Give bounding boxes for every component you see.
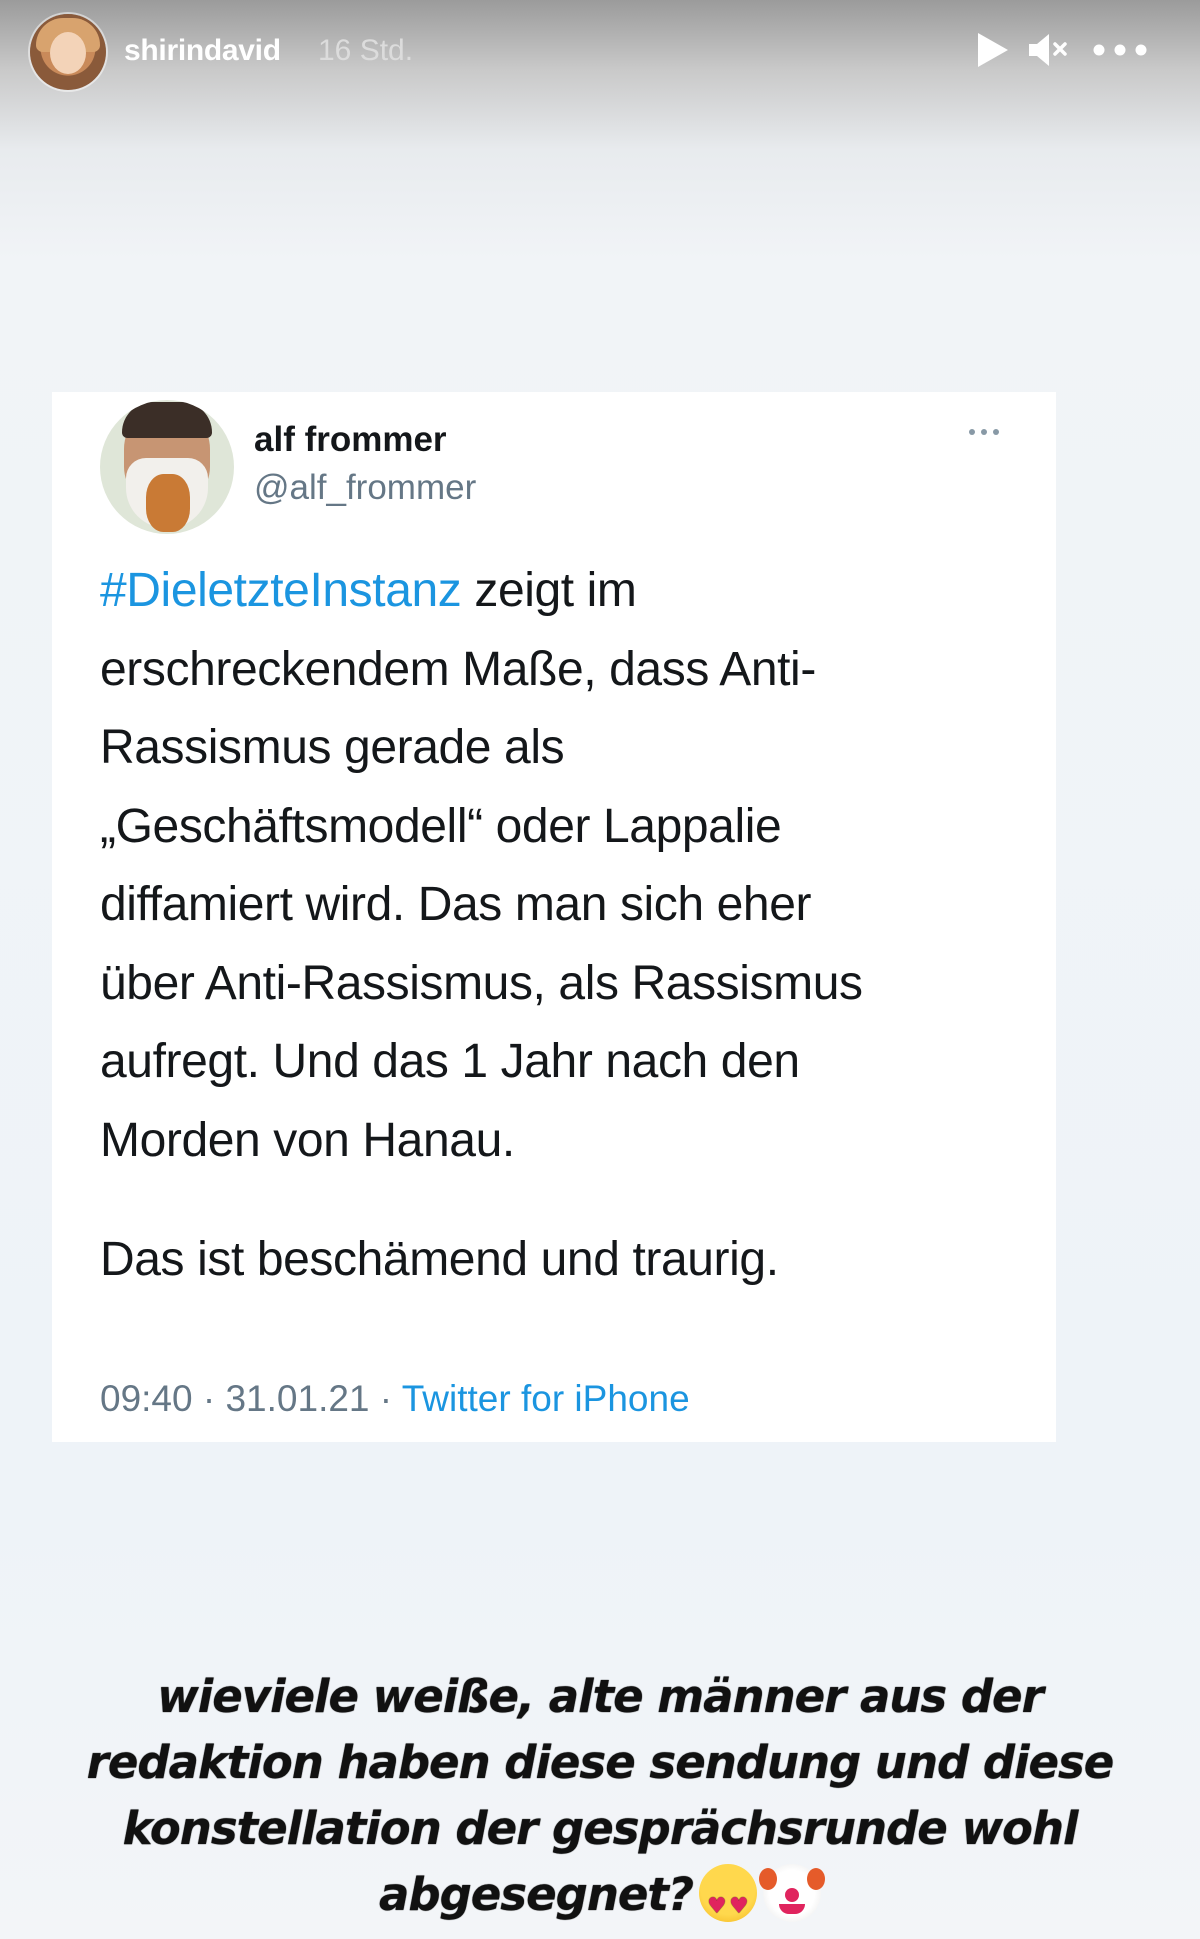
meta-separator: · <box>192 1378 226 1419</box>
profile-avatar[interactable] <box>30 14 106 90</box>
tweet-meta: 09:40 · 31.01.21 · Twitter for iPhone <box>100 1378 690 1420</box>
tweet-line: Morden von Hanau. <box>100 1113 515 1167</box>
clown-mouth <box>779 1904 805 1914</box>
avatar-face <box>50 32 86 74</box>
story-viewer: shirindavid 16 Std. alf frommer @alf_fro… <box>0 0 1200 1939</box>
muted-speaker-icon[interactable] <box>1026 30 1072 70</box>
caption-last-line: abgesegnet? <box>40 1862 1160 1939</box>
heart-eyes-emoji-icon <box>699 1864 757 1939</box>
clown-hair-right <box>807 1868 825 1890</box>
tweet-second-paragraph: Das ist beschämend und traurig. <box>100 1233 779 1286</box>
caption-line-text: abgesegnet? <box>379 1868 694 1921</box>
tweet-author-avatar <box>100 400 234 534</box>
tweet-line: über Anti-Rassismus, als Rassismus <box>100 956 863 1010</box>
tweet-line: „Geschäftsmodell“ oder Lappalie <box>100 799 782 853</box>
avatar-hair <box>122 402 212 438</box>
tweet-source: Twitter for iPhone <box>401 1378 690 1419</box>
tweet-time: 09:40 <box>100 1378 193 1419</box>
tweet-hashtag: #DieletzteInstanz <box>100 564 462 617</box>
play-icon[interactable] <box>972 30 1012 70</box>
caption-line: wieviele weiße, alte männer aus der <box>157 1670 1044 1723</box>
clown-emoji-icon <box>759 1864 825 1922</box>
caption-line: konstellation der gesprächsrunde wohl <box>122 1802 1079 1855</box>
tweet-line: diffamiert wird. Das man sich eher <box>100 878 812 931</box>
meta-separator: · <box>369 1378 402 1419</box>
tweet-line: Rassismus gerade als <box>100 721 565 774</box>
story-header: shirindavid 16 Std. <box>0 0 1200 110</box>
story-caption: wieviele weiße, alte männer aus der reda… <box>40 1664 1160 1939</box>
tweet-line-text: zeigt im <box>461 564 637 617</box>
clown-hair-left <box>759 1868 777 1890</box>
tweet-line: aufregt. Und das 1 Jahr nach den <box>100 1035 800 1088</box>
tweet-handle: @alf_frommer <box>254 468 477 507</box>
tweet-card: alf frommer @alf_frommer #DieletzteInsta… <box>52 392 1056 1442</box>
caption-line: redaktion haben diese sendung und diese <box>86 1736 1115 1789</box>
tweet-date: 31.01.21 <box>225 1378 370 1419</box>
story-username[interactable]: shirindavid <box>124 34 281 68</box>
clown-nose <box>785 1888 799 1902</box>
avatar-food <box>146 474 190 532</box>
tweet-more-icon <box>964 422 1008 442</box>
tweet-line: erschreckendem Maße, dass Anti- <box>100 642 816 696</box>
tweet-display-name: alf frommer <box>254 420 447 459</box>
story-timestamp: 16 Std. <box>318 34 414 67</box>
tweet-line: #DieletzteInstanz zeigt im <box>100 552 1010 631</box>
tweet-text: #DieletzteInstanz zeigt im erschreckende… <box>100 552 1010 1180</box>
more-options-icon[interactable] <box>1090 30 1150 70</box>
